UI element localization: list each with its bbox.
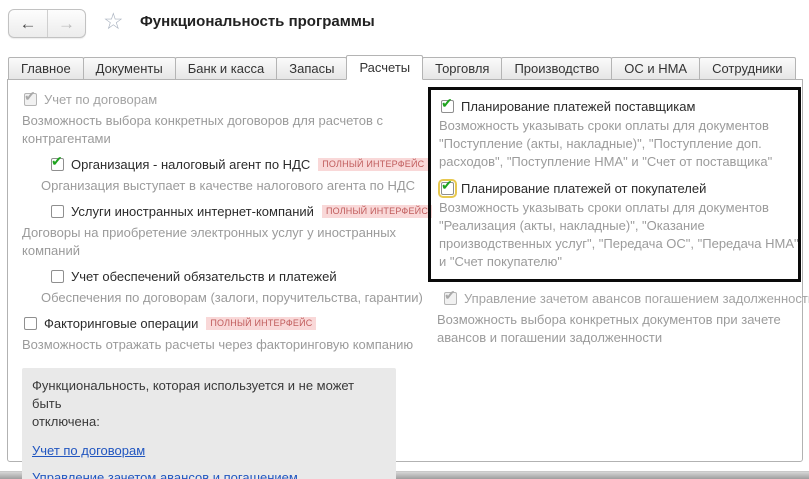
tab-dokumenty[interactable]: Документы — [83, 57, 176, 80]
supplier-payments-checkbox[interactable]: ✔ — [441, 100, 454, 113]
contract-accounting-checkbox: ✔ — [24, 93, 37, 106]
customer-payments-row: ✔ Планирование платежей от покупателей — [441, 181, 792, 196]
title-line: отключена: — [32, 413, 386, 431]
contract-accounting-desc: Возможность выбора конкретных договоров … — [22, 112, 428, 148]
functionality-window: ← → ☆ Функциональность программы Главное… — [0, 0, 809, 479]
customer-payments-desc: Возможность указывать сроки оплаты для д… — [439, 199, 792, 271]
advance-offset-checkbox: ✔ — [444, 292, 457, 305]
nav-button-group: ← → — [8, 9, 86, 38]
tab-glavnoe[interactable]: Главное — [8, 57, 84, 80]
supplier-payments-row: ✔ Планирование платежей поставщикам — [441, 99, 792, 114]
contract-accounting-row: ✔ Учет по договорам — [24, 92, 428, 107]
factoring-desc: Возможность отражать расчеты через факто… — [22, 336, 428, 354]
back-arrow-icon: ← — [20, 14, 37, 34]
foreign-internet-checkbox[interactable] — [51, 205, 64, 218]
check-icon: ✔ — [441, 177, 453, 194]
desc-line: Организация выступает в качестве налогов… — [41, 177, 428, 195]
obligations-security-desc: Обеспечения по договорам (залоги, поручи… — [41, 289, 428, 307]
obligations-security-row: Учет обеспечений обязательств и платежей — [51, 269, 428, 284]
desc-line: "Реализация (акты, накладные)", "Оказани… — [439, 217, 792, 235]
right-column: ✔ Планирование платежей поставщикам Возм… — [428, 87, 809, 347]
tax-agent-row: ✔ Организация - налоговый агент по НДС П… — [51, 157, 428, 172]
forward-arrow-icon: → — [58, 14, 75, 34]
page-title: Функциональность программы — [140, 13, 375, 30]
check-icon: ✔ — [441, 95, 453, 112]
tax-agent-label[interactable]: Организация - налоговый агент по НДС — [71, 157, 310, 172]
factoring-checkbox[interactable] — [24, 317, 37, 330]
check-icon: ✔ — [444, 287, 456, 304]
advance-offset-label: Управление зачетом авансов погашением за… — [464, 291, 809, 306]
forward-button[interactable]: → — [47, 10, 85, 37]
desc-line: авансов и погашении задолженности — [437, 329, 809, 347]
supplier-payments-desc: Возможность указывать сроки оплаты для д… — [439, 117, 792, 171]
full-interface-badge: ПОЛНЫЙ ИНТЕРФЕЙС — [318, 158, 428, 171]
obligations-security-checkbox[interactable] — [51, 270, 64, 283]
tab-raschety[interactable]: Расчеты — [346, 55, 423, 80]
tab-bank-i-kassa[interactable]: Банк и касса — [175, 57, 278, 80]
favorite-star-icon[interactable]: ☆ — [103, 8, 124, 35]
full-interface-badge: ПОЛНЫЙ ИНТЕРФЕЙС — [322, 205, 432, 218]
customer-payments-checkbox[interactable]: ✔ — [441, 182, 454, 195]
contract-accounting-link[interactable]: Учет по договорам — [32, 443, 145, 458]
desc-line: Возможность указывать сроки оплаты для д… — [439, 117, 792, 135]
highlight-box: ✔ Планирование платежей поставщикам Возм… — [428, 87, 801, 282]
factoring-row: Факторинговые операции ПОЛНЫЙ ИНТЕРФЕЙС — [24, 316, 428, 331]
settings-panel: ✔ Учет по договорам Возможность выбора к… — [7, 79, 803, 462]
tab-bar: Главное Документы Банк и касса Запасы Ра… — [8, 57, 796, 80]
advance-offset-desc: Возможность выбора конкретных документов… — [437, 311, 809, 347]
left-column: ✔ Учет по договорам Возможность выбора к… — [8, 87, 428, 479]
desc-line: "Поступление (акты, накладные)", "Поступ… — [439, 135, 792, 153]
factoring-label[interactable]: Факторинговые операции — [44, 316, 198, 331]
tab-torgovlya[interactable]: Торговля — [422, 57, 502, 80]
desc-line: Обеспечения по договорам (залоги, поручи… — [41, 289, 428, 307]
desc-line: Возможность выбора конкретных договоров … — [22, 112, 428, 130]
desc-line: производственных услуг", "Передача ОС", … — [439, 235, 792, 253]
check-icon: ✔ — [24, 88, 36, 105]
tax-agent-checkbox[interactable]: ✔ — [51, 158, 64, 171]
advance-offset-link[interactable]: Управление зачетом авансов и погашением … — [32, 470, 386, 479]
back-button[interactable]: ← — [9, 10, 47, 37]
obligations-security-label[interactable]: Учет обеспечений обязательств и платежей — [71, 269, 337, 284]
desc-line: Договоры на приобретение электронных усл… — [22, 224, 428, 242]
supplier-payments-label[interactable]: Планирование платежей поставщикам — [461, 99, 695, 114]
desc-line: компаний — [22, 242, 428, 260]
desc-line: Возможность указывать сроки оплаты для д… — [439, 199, 792, 217]
tab-proizvodstvo[interactable]: Производство — [501, 57, 612, 80]
tax-agent-desc: Организация выступает в качестве налогов… — [41, 177, 428, 195]
tab-sotrudniki[interactable]: Сотрудники — [699, 57, 795, 80]
title-line: Функциональность, которая используется и… — [32, 377, 386, 413]
desc-line: и "Счет покупателю" — [439, 253, 792, 271]
customer-payments-label[interactable]: Планирование платежей от покупателей — [461, 181, 706, 196]
desc-line: Возможность выбора конкретных документов… — [437, 311, 809, 329]
advance-offset-row: ✔ Управление зачетом авансов погашением … — [444, 291, 809, 306]
tab-os-i-nma[interactable]: ОС и НМА — [611, 57, 700, 80]
check-icon: ✔ — [51, 153, 63, 170]
foreign-internet-desc: Договоры на приобретение электронных усл… — [22, 224, 428, 260]
contract-accounting-label: Учет по договорам — [44, 92, 157, 107]
full-interface-badge: ПОЛНЫЙ ИНТЕРФЕЙС — [206, 317, 316, 330]
desc-line: Возможность отражать расчеты через факто… — [22, 336, 428, 354]
foreign-internet-label[interactable]: Услуги иностранных интернет-компаний — [71, 204, 314, 219]
desc-line: контрагентами — [22, 130, 428, 148]
foreign-internet-row: Услуги иностранных интернет-компаний ПОЛ… — [51, 204, 428, 219]
locked-functionality-info-box: Функциональность, которая используется и… — [22, 368, 396, 479]
tab-zapasy[interactable]: Запасы — [276, 57, 347, 80]
desc-line: расходов", "Поступление НМА" и "Счет от … — [439, 153, 792, 171]
info-box-title: Функциональность, которая используется и… — [32, 377, 386, 431]
